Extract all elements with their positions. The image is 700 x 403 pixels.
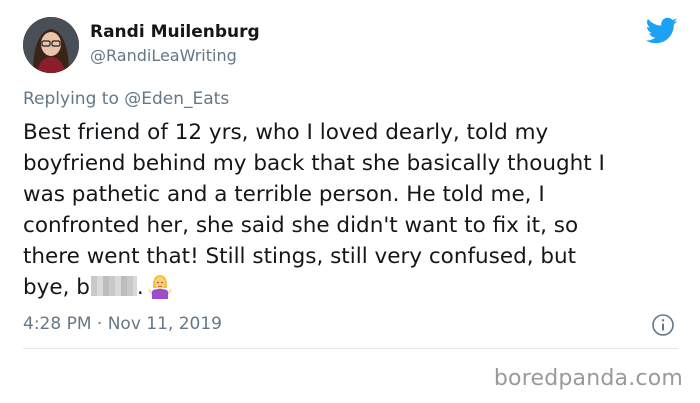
replying-to: Replying to @Eden_Eats — [23, 89, 229, 109]
divider — [23, 348, 678, 349]
censored-word — [90, 276, 137, 296]
author-handle[interactable]: @RandiLeaWriting — [90, 46, 237, 65]
info-icon[interactable] — [651, 313, 675, 337]
twitter-bird-icon[interactable] — [646, 17, 678, 45]
tweet-last-line-start: bye, b — [23, 275, 90, 300]
reply-mention-link[interactable]: @Eden_Eats — [124, 89, 229, 109]
tweet-line: confronted her, she said she didn't want… — [23, 213, 579, 238]
replying-to-prefix: Replying to — [23, 89, 125, 109]
tweet-line: there went that! Still stings, still ver… — [23, 244, 577, 269]
tweet-timestamp[interactable]: 4:28 PM · Nov 11, 2019 — [23, 314, 222, 334]
tweet-card: Randi Muilenburg @RandiLeaWriting Replyi… — [0, 0, 700, 403]
tweet-body: Best friend of 12 yrs, who I loved dearl… — [23, 117, 683, 303]
woman-shrugging-emoji — [147, 275, 172, 299]
tweet-line: was pathetic and a terrible person. He t… — [23, 182, 545, 207]
tweet-last-line-end: . — [136, 275, 144, 300]
tweet-line: boyfriend behind my back that she basica… — [23, 151, 605, 176]
avatar-image — [23, 17, 79, 73]
watermark: boredpanda.com — [493, 366, 683, 391]
tweet-last-line: bye, b. — [23, 272, 683, 303]
author-display-name[interactable]: Randi Muilenburg — [90, 22, 260, 42]
avatar[interactable] — [23, 17, 79, 73]
tweet-line: Best friend of 12 yrs, who I loved dearl… — [23, 120, 549, 145]
